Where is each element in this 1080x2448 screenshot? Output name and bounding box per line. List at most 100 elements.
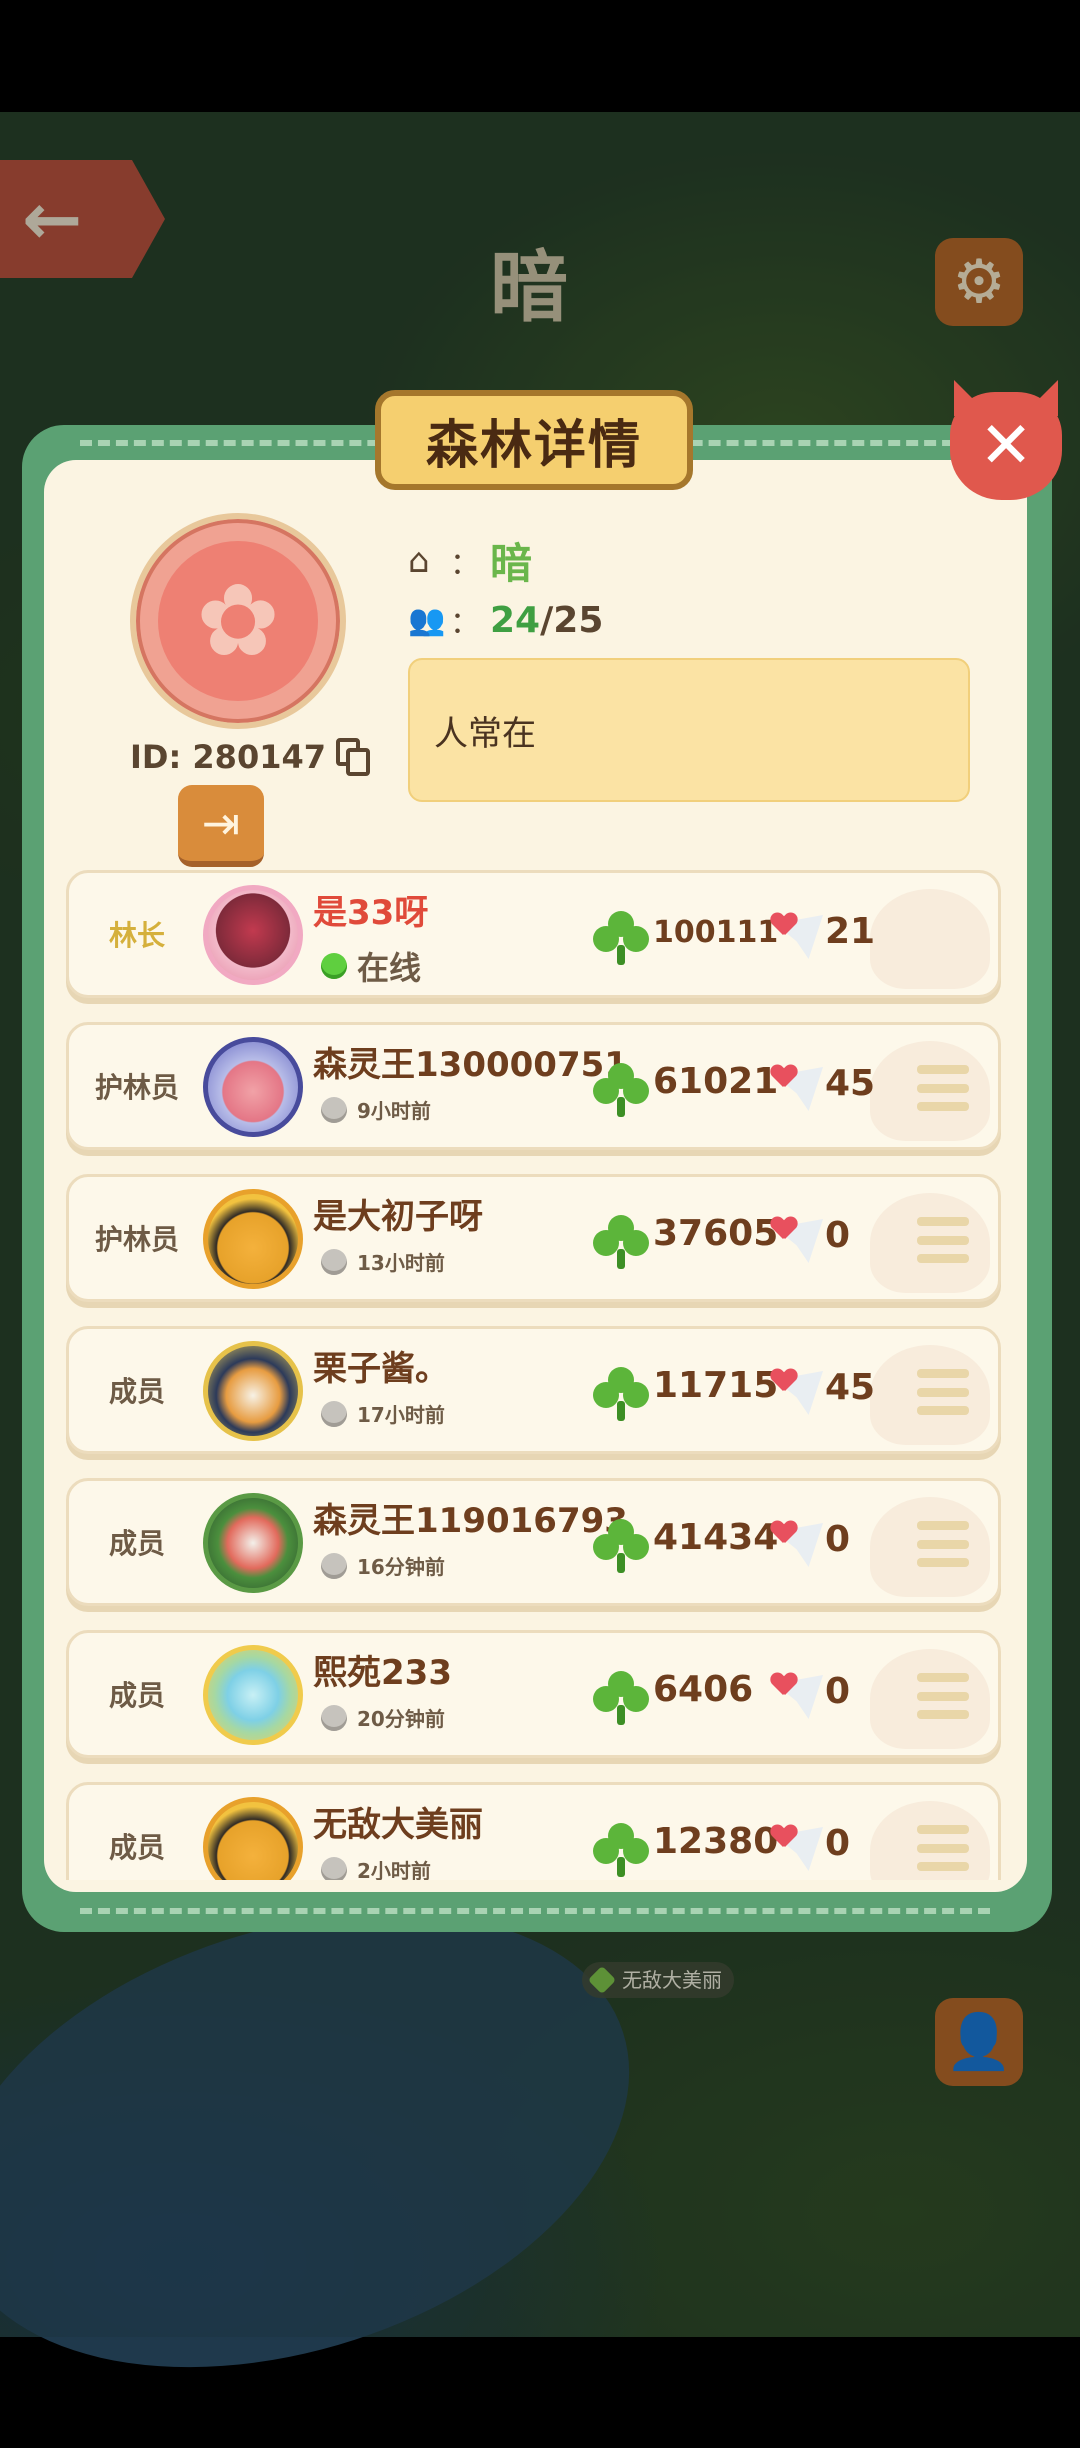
heart-plane-icon xyxy=(769,907,829,967)
forest-notice: 人常在 xyxy=(408,658,970,802)
member-avatar[interactable] xyxy=(203,1189,303,1289)
clover-icon xyxy=(593,1823,649,1879)
member-row[interactable]: 成员 无敌大美丽 2小时前 12380 0 xyxy=(66,1782,1001,1880)
member-role: 林长 xyxy=(108,919,165,952)
member-points: 6406 xyxy=(653,1669,754,1710)
offline-dot-icon xyxy=(321,1400,347,1427)
member-count-max: 25 xyxy=(553,599,604,641)
member-role: 成员 xyxy=(108,1679,165,1712)
panel-bottom-stitching xyxy=(80,1908,990,1914)
member-gifts: 45 xyxy=(825,1063,876,1104)
menu-icon[interactable] xyxy=(917,1825,969,1871)
member-count-separator: / xyxy=(540,599,554,641)
member-status: 17小时前 xyxy=(321,1399,445,1428)
member-row[interactable]: 护林员 是大初子呀 13小时前 37605 0 xyxy=(66,1174,1001,1302)
member-status: 9小时前 xyxy=(321,1095,431,1124)
heart-plane-icon xyxy=(769,1515,829,1575)
forest-id: ID: 280147 xyxy=(130,738,326,776)
offline-dot-icon xyxy=(321,1248,347,1275)
member-points: 11715 xyxy=(653,1365,779,1406)
offline-dot-icon xyxy=(321,1704,347,1731)
member-gifts: 45 xyxy=(825,1367,876,1408)
member-status: 16分钟前 xyxy=(321,1551,445,1580)
heart-plane-icon xyxy=(769,1363,829,1423)
member-points: 37605 xyxy=(653,1213,779,1254)
offline-dot-icon xyxy=(321,1856,347,1880)
member-gifts: 0 xyxy=(825,1215,851,1256)
butterfly-icon: ✿ xyxy=(196,562,280,679)
member-points: 41434 xyxy=(653,1517,779,1558)
member-gifts: 21 xyxy=(825,911,876,952)
members-icon: 👥 xyxy=(408,602,446,638)
member-row[interactable]: 成员 栗子酱。 17小时前 11715 45 xyxy=(66,1326,1001,1454)
member-status: 13小时前 xyxy=(321,1247,445,1276)
member-points: 100111 xyxy=(653,915,779,950)
member-avatar[interactable] xyxy=(203,1797,303,1880)
panel-title: 森林详情 xyxy=(425,415,642,476)
member-name: 熙苑233 xyxy=(313,1653,452,1693)
exit-door-icon: ⇥ xyxy=(201,796,241,850)
heart-plane-icon xyxy=(769,1819,829,1879)
member-row[interactable]: 成员 森灵王119016793 16分钟前 41434 0 xyxy=(66,1478,1001,1606)
member-row[interactable]: 护林员 森灵王130000751 9小时前 61021 45 xyxy=(66,1022,1001,1150)
member-row[interactable]: 成员 熙苑233 20分钟前 6406 0 xyxy=(66,1630,1001,1758)
member-gifts: 0 xyxy=(825,1671,851,1712)
member-list[interactable]: 林长 是33呀 在线 100111 21 护林员 森灵王130000751 9小… xyxy=(66,870,1001,1880)
close-icon: ✕ xyxy=(979,409,1033,483)
member-role: 成员 xyxy=(108,1527,165,1560)
member-gifts: 0 xyxy=(825,1823,851,1864)
clover-icon xyxy=(593,1671,649,1727)
copy-icon[interactable] xyxy=(336,738,370,776)
member-name: 栗子酱。 xyxy=(313,1349,449,1389)
clover-icon xyxy=(593,1215,649,1271)
clover-icon xyxy=(593,911,649,967)
member-avatar[interactable] xyxy=(203,1341,303,1441)
member-role: 成员 xyxy=(108,1831,165,1864)
member-avatar[interactable] xyxy=(203,1493,303,1593)
member-name: 是33呀 xyxy=(313,893,429,933)
heart-plane-icon xyxy=(769,1667,829,1727)
forest-id-row: ID: 280147 xyxy=(130,738,370,776)
member-status: 2小时前 xyxy=(321,1855,431,1880)
forest-name: 暗 xyxy=(490,539,533,588)
menu-icon[interactable] xyxy=(917,1065,969,1111)
member-count-row: 👥 ： 24 / 25 xyxy=(408,599,604,642)
offline-dot-icon xyxy=(321,1096,347,1123)
panel-title-plate: 森林详情 xyxy=(375,390,693,490)
online-dot-icon xyxy=(321,953,347,979)
forest-notice-text: 人常在 xyxy=(434,713,536,754)
status-bar xyxy=(0,0,1080,112)
close-button[interactable]: ✕ xyxy=(950,392,1062,500)
member-name: 无敌大美丽 xyxy=(313,1805,483,1845)
leave-forest-button[interactable]: ⇥ xyxy=(178,785,264,867)
menu-icon[interactable] xyxy=(917,1369,969,1415)
member-name: 森灵王130000751 xyxy=(313,1045,628,1085)
member-status: 20分钟前 xyxy=(321,1703,445,1732)
clover-icon xyxy=(593,1519,649,1575)
member-avatar[interactable] xyxy=(203,1645,303,1745)
member-role: 护林员 xyxy=(94,1071,179,1104)
member-count-current: 24 xyxy=(490,599,541,641)
member-name: 是大初子呀 xyxy=(313,1197,483,1237)
home-icon: ⌂ xyxy=(408,540,430,581)
member-gifts: 0 xyxy=(825,1519,851,1560)
heart-plane-icon xyxy=(769,1211,829,1271)
menu-icon[interactable] xyxy=(917,1673,969,1719)
member-avatar[interactable] xyxy=(203,885,303,985)
offline-dot-icon xyxy=(321,1552,347,1579)
clover-icon xyxy=(593,1063,649,1119)
heart-plane-icon xyxy=(769,1059,829,1119)
member-points: 61021 xyxy=(653,1061,779,1102)
member-status: 在线 xyxy=(321,943,421,989)
member-role: 成员 xyxy=(108,1375,165,1408)
member-avatar[interactable] xyxy=(203,1037,303,1137)
member-role: 护林员 xyxy=(94,1223,179,1256)
member-points: 12380 xyxy=(653,1821,779,1862)
member-row[interactable]: 林长 是33呀 在线 100111 21 xyxy=(66,870,1001,998)
clover-icon xyxy=(593,1367,649,1423)
menu-icon[interactable] xyxy=(917,1217,969,1263)
forest-name-row: ⌂ ： 暗 xyxy=(408,530,532,591)
member-name: 森灵王119016793 xyxy=(313,1501,628,1541)
forest-emblem: ✿ xyxy=(130,513,346,729)
menu-icon[interactable] xyxy=(917,1521,969,1567)
